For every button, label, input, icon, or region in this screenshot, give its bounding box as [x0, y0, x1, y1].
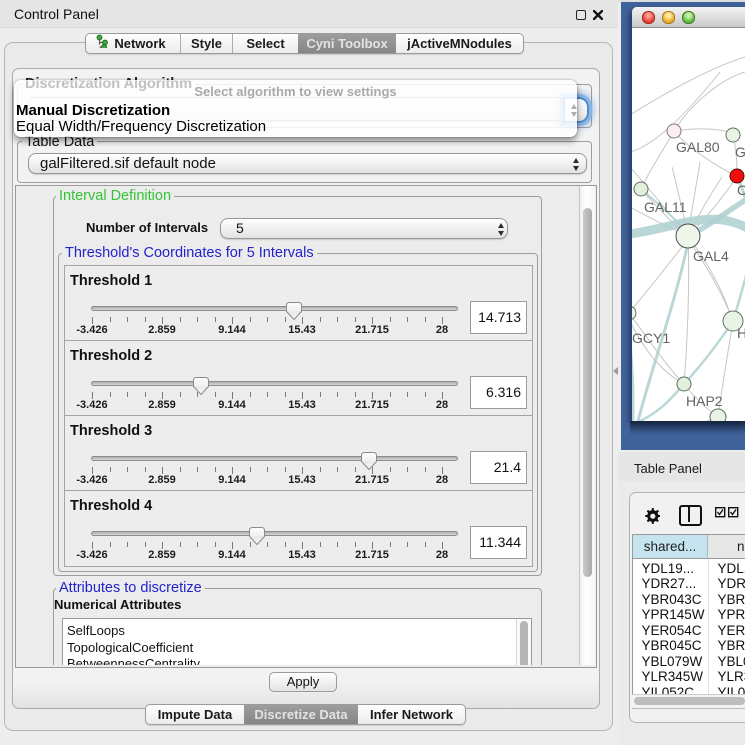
- svg-text:H: H: [737, 325, 745, 341]
- svg-text:C: C: [737, 182, 745, 198]
- svg-text:GCY1: GCY1: [632, 330, 670, 346]
- svg-text:GAL4: GAL4: [693, 248, 729, 264]
- svg-text:HAP2: HAP2: [686, 393, 723, 409]
- svg-text:GAL11: GAL11: [644, 199, 687, 215]
- svg-text:GAL80: GAL80: [676, 139, 720, 155]
- svg-text:GA: GA: [735, 144, 745, 160]
